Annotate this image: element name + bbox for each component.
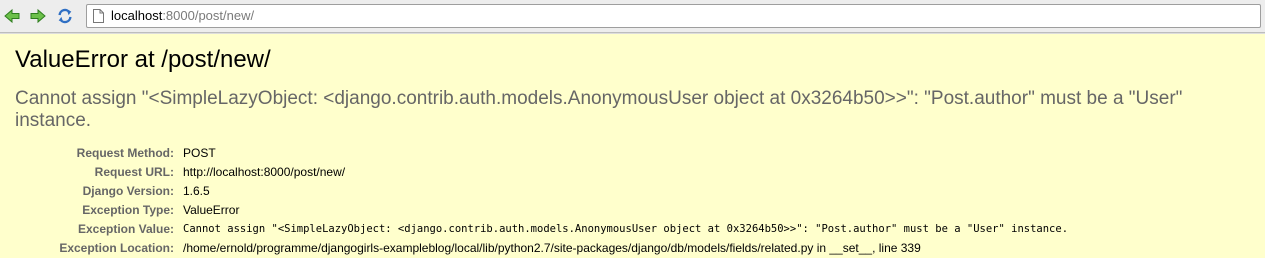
url-path: :8000/post/new/ (162, 8, 255, 23)
reload-icon (58, 8, 72, 24)
meta-value: http://localhost:8000/post/new/ (183, 165, 346, 179)
meta-row-request-method: Request Method: POST (0, 144, 1068, 163)
browser-toolbar: localhost:8000/post/new/ (0, 0, 1265, 33)
error-summary: ValueError at /post/new/ Cannot assign "… (0, 33, 1265, 255)
forward-arrow-icon (30, 8, 46, 24)
meta-value: 1.6.5 (183, 184, 210, 198)
meta-label: Request URL: (94, 165, 174, 179)
meta-row-exception-value: Exception Value: Cannot assign "<SimpleL… (0, 220, 1068, 239)
meta-row-request-url: Request URL: http://localhost:8000/post/… (0, 163, 1068, 182)
reload-button[interactable] (56, 7, 74, 25)
forward-button[interactable] (29, 7, 47, 25)
meta-value: Cannot assign "<SimpleLazyObject: <djang… (183, 223, 1069, 235)
error-title: ValueError at /post/new/ (15, 46, 271, 73)
meta-label: Exception Location: (59, 241, 174, 255)
meta-value: ValueError (183, 203, 240, 217)
meta-row-exception-type: Exception Type: ValueError (0, 201, 1068, 220)
meta-label: Exception Type: (82, 203, 174, 217)
page-icon (93, 9, 104, 23)
meta-row-exception-location: Exception Location: /home/ernold/program… (0, 239, 1068, 258)
meta-label: Exception Value: (77, 222, 174, 236)
back-button[interactable] (3, 7, 21, 25)
meta-label: Django Version: (82, 184, 174, 198)
meta-value: POST (183, 146, 216, 160)
meta-label: Request Method: (76, 146, 174, 160)
meta-row-django-version: Django Version: 1.6.5 (0, 182, 1068, 201)
exception-message: Cannot assign "<SimpleLazyObject: <djang… (15, 88, 1183, 131)
url-host: localhost (111, 8, 163, 23)
address-bar[interactable]: localhost:8000/post/new/ (86, 4, 1261, 28)
request-meta-table: Request Method: POST Request URL: http:/… (0, 144, 1068, 258)
meta-value: /home/ernold/programme/djangogirls-examp… (183, 241, 921, 255)
url-text[interactable]: localhost:8000/post/new/ (111, 8, 254, 24)
back-arrow-icon (4, 8, 20, 24)
